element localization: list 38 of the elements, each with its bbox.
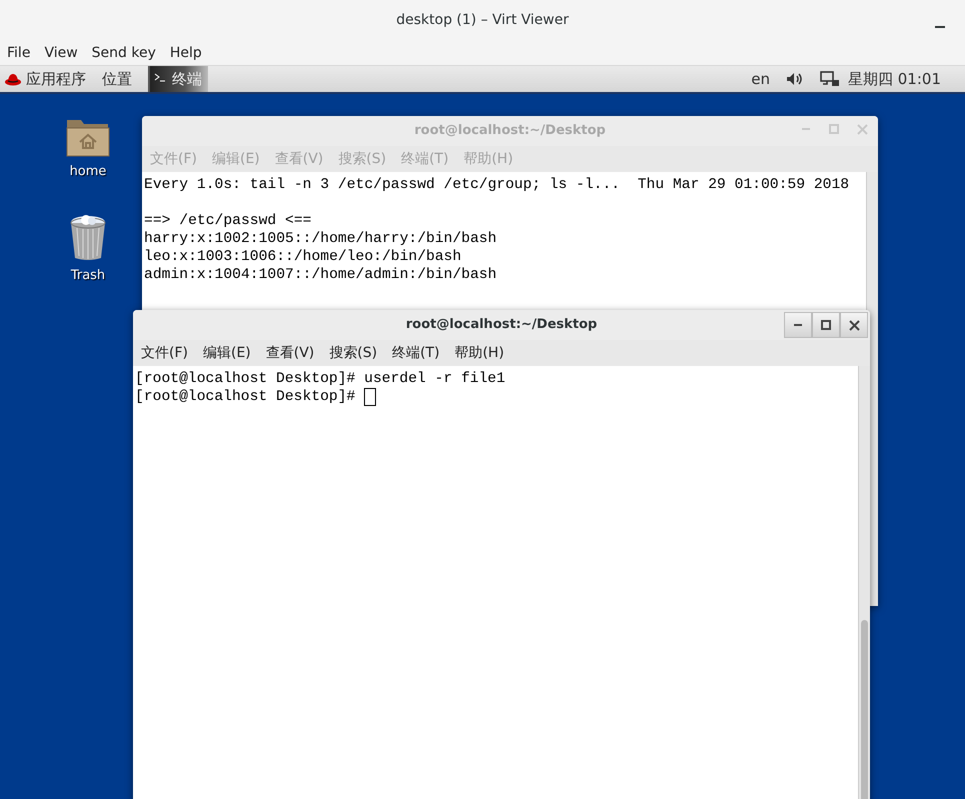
menu-item[interactable]: 搜索(S) [329,342,386,364]
window-title: root@localhost:~/Desktop [133,310,870,340]
menu-item[interactable]: Send key [84,40,163,65]
applications-menu[interactable]: 应用程序 [26,68,86,90]
maximize-button[interactable] [812,312,840,338]
menu-item[interactable]: 查看(V) [266,342,322,364]
clock[interactable]: 星期四 01:01 [848,68,941,90]
icon-label: home [70,163,106,181]
menu-item[interactable]: 文件(F) [141,342,196,364]
window-title: desktop (1) – Virt Viewer [396,12,569,28]
menu-item[interactable]: View [37,40,85,65]
terminal-line: [root@localhost Desktop]# [135,389,356,405]
icon-label: Trash [70,267,106,285]
hat-icon[interactable] [4,72,22,86]
terminal-line: ==> /etc/passwd <== [144,213,312,229]
terminal-line: [root@localhost Desktop]# userdel -r file1 [135,371,506,387]
terminal-line: leo:x:1003:1006::/home/leo:/bin/bash [144,249,462,265]
close-button[interactable] [840,312,868,338]
speaker-icon[interactable] [786,72,804,86]
trash-icon[interactable] [68,214,108,262]
menu-item[interactable]: 帮助(H) [454,342,512,364]
menu-item[interactable]: 终端(T) [392,342,448,364]
network-icon[interactable] [820,71,840,87]
places-menu[interactable]: 位置 [102,68,132,90]
menu-item[interactable]: Help [162,40,209,65]
maximize-icon [821,320,831,330]
menu-item[interactable]: 编辑(E) [202,342,259,364]
scrollbar[interactable] [858,366,870,799]
close-icon [848,320,860,330]
terminal-line: admin:x:1004:1007::/home/admin:/bin/bash [144,267,497,283]
minimize-button[interactable] [784,312,812,338]
taskbar-button[interactable]: 终端 [148,66,208,92]
menu-item[interactable]: File [0,40,38,65]
terminal-line: Every 1.0s: tail -n 3 /etc/passwd /etc/group; ls -l... Thu Mar 29 01:00:59 2018 [144,177,850,193]
window-title: root@localhost:~/Desktop [142,116,878,146]
terminal-line: harry:x:1002:1005::/home/harry:/bin/bash [144,231,497,247]
language-indicator[interactable]: en [751,68,770,90]
minimize-icon [794,324,802,326]
